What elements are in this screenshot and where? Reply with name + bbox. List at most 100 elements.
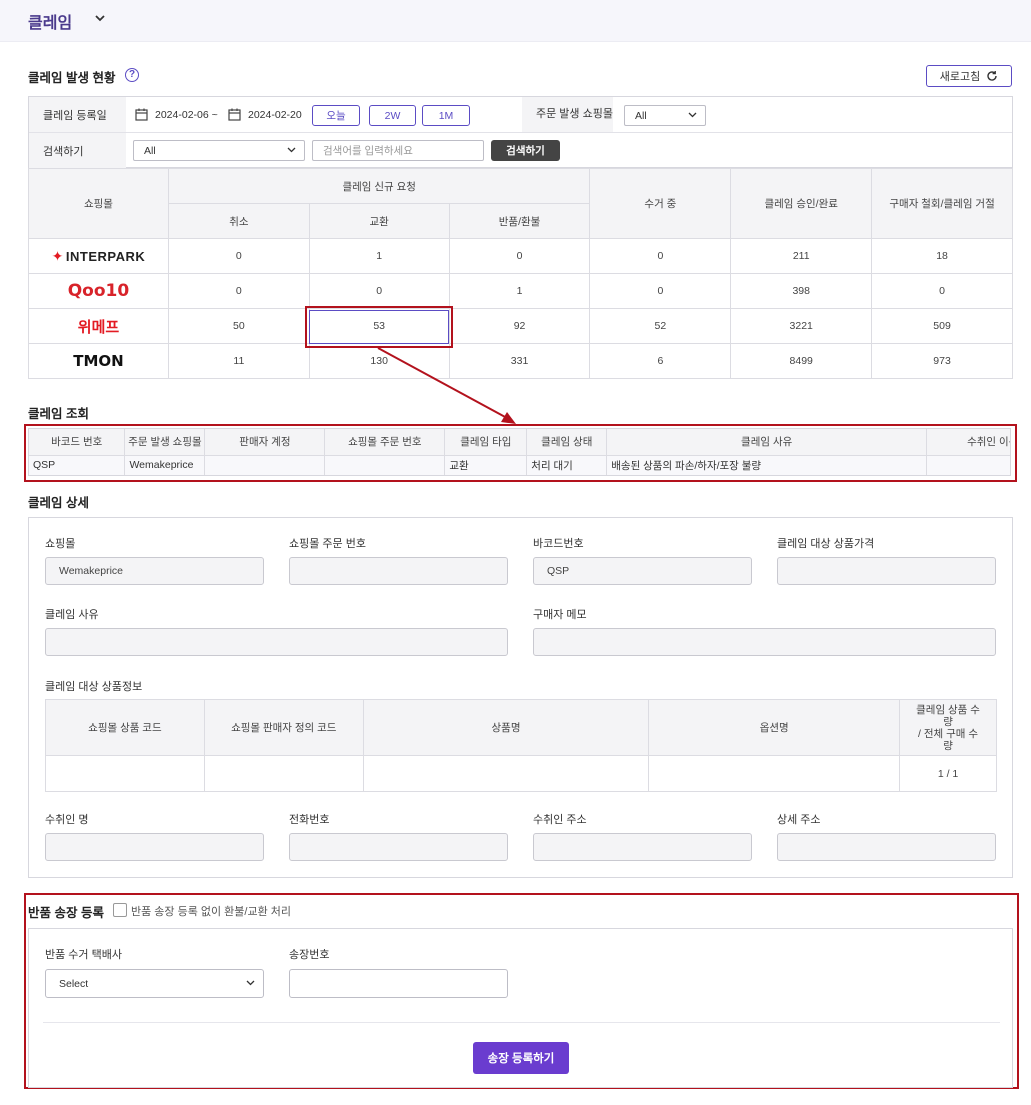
barcode-label: 바코드번호: [533, 538, 584, 550]
courier-select[interactable]: Select: [45, 969, 264, 998]
table-row: TMON 11 130 331 6 8499 973: [28, 343, 1013, 379]
claim-list-title: 클레임 조회: [28, 407, 89, 421]
today-button[interactable]: 오늘: [312, 105, 360, 126]
register-invoice-button[interactable]: 송장 등록하기: [473, 1042, 569, 1074]
cell-option-name: [648, 755, 901, 792]
col-cancel: 취소: [167, 203, 310, 239]
address-label: 수취인 주소: [533, 814, 587, 826]
cell-approved[interactable]: 8499: [730, 343, 873, 379]
cell-receiver-name: [926, 455, 1010, 475]
cell-collecting[interactable]: 52: [589, 308, 732, 344]
col-claim-qty: 클레임 상품 수 량 / 전체 구매 수 량: [899, 699, 997, 756]
cell-return[interactable]: 1: [448, 273, 591, 309]
mall-logo-wemakeprice: 위메프: [28, 308, 169, 344]
table-row[interactable]: QSP Wemakeprice 교환 처리 대기 배송된 상품의 파손/하자/포…: [29, 455, 1010, 475]
phone-field[interactable]: [289, 833, 508, 861]
col-seller-account: 판매자 계정: [204, 429, 326, 456]
mall-logo-interpark: ✦ INTERPARK: [28, 238, 169, 274]
courier-label: 반품 수거 택배사: [45, 949, 122, 961]
cell-approved[interactable]: 3221: [730, 308, 873, 344]
cell-rejected[interactable]: 18: [871, 238, 1013, 274]
reason-field[interactable]: [45, 628, 508, 656]
cell-cancel[interactable]: 50: [167, 308, 310, 344]
cell-collecting[interactable]: 0: [589, 238, 732, 274]
cell-approved[interactable]: 398: [730, 273, 873, 309]
phone-label: 전화번호: [289, 814, 330, 826]
memo-field[interactable]: [533, 628, 996, 656]
skip-invoice-label[interactable]: 반품 송장 등록 없이 환불/교환 처리: [131, 903, 291, 919]
cell-return[interactable]: 0: [448, 238, 591, 274]
two-week-button[interactable]: 2W: [369, 105, 416, 126]
barcode-field[interactable]: QSP: [533, 557, 752, 585]
mall-select[interactable]: All: [624, 105, 706, 126]
filter-panel: 클레임 등록일 2024-02-06 ~ 2024-02-20 오늘 2W 1M…: [28, 96, 1013, 168]
cell-claim-qty: 1 / 1: [899, 755, 997, 792]
cell-exchange[interactable]: 130: [308, 343, 450, 379]
return-shipping-panel: 반품 수거 택배사 Select 송장번호 송장 등록하기: [28, 928, 1013, 1088]
reason-label: 클레임 사유: [45, 609, 99, 621]
cell-product-name: [362, 755, 650, 792]
cell-rejected[interactable]: 973: [871, 343, 1013, 379]
chevron-down-icon: [688, 112, 697, 117]
col-claim-status: 클레임 상태: [526, 429, 608, 456]
cell-collecting[interactable]: 0: [589, 273, 732, 309]
cell-cancel[interactable]: 0: [167, 273, 310, 309]
col-order-mall: 주문 발생 쇼핑몰: [124, 429, 206, 456]
invoice-label: 송장번호: [289, 949, 330, 961]
chevron-down-icon[interactable]: [94, 11, 106, 25]
skip-invoice-checkbox[interactable]: [113, 903, 127, 917]
col-approved: 클레임 승인/완료: [730, 168, 873, 239]
product-info-label: 클레임 대상 상품정보: [45, 681, 143, 693]
refresh-icon: [987, 71, 997, 81]
address-field[interactable]: [533, 833, 752, 861]
filter-row-search: 검색하기 All 검색어를 입력하세요 검색하기: [29, 133, 1012, 168]
col-mall-order-no: 쇼핑몰 주문 번호: [324, 429, 446, 456]
claim-list-table-wrap[interactable]: 바코드 번호 주문 발생 쇼핑몰 판매자 계정 쇼핑몰 주문 번호 클레임 타입…: [28, 428, 1011, 476]
calendar-icon[interactable]: [135, 108, 148, 121]
cell-cancel[interactable]: 11: [167, 343, 310, 379]
search-type-select[interactable]: All: [133, 140, 305, 161]
receiver-field[interactable]: [45, 833, 264, 861]
calendar-icon[interactable]: [228, 108, 241, 121]
one-month-button[interactable]: 1M: [422, 105, 470, 126]
price-field[interactable]: [777, 557, 996, 585]
cell-collecting[interactable]: 6: [589, 343, 732, 379]
order-no-field[interactable]: [289, 557, 508, 585]
claim-list-table: 바코드 번호 주문 발생 쇼핑몰 판매자 계정 쇼핑몰 주문 번호 클레임 타입…: [29, 429, 1010, 475]
claim-stats-table: 쇼핑몰 클레임 신규 요청 수거 중 클레임 승인/완료 구매자 철회/클레임 …: [28, 168, 1013, 379]
status-section-title: 클레임 발생 현황: [28, 71, 116, 85]
col-claim-reason: 클레임 사유: [606, 429, 928, 456]
address-detail-field[interactable]: [777, 833, 996, 861]
cell-exchange[interactable]: 0: [308, 273, 450, 309]
cell-exchange[interactable]: 1: [308, 238, 450, 274]
invoice-input[interactable]: [289, 969, 508, 998]
cell-rejected[interactable]: 509: [871, 308, 1013, 344]
order-no-label: 쇼핑몰 주문 번호: [289, 538, 366, 550]
col-product-name: 상품명: [362, 699, 650, 756]
divider: [43, 1022, 1000, 1023]
col-option-name: 옵션명: [648, 699, 901, 756]
claim-detail-panel: 쇼핑몰 Wemakeprice 쇼핑몰 주문 번호 바코드번호 QSP 클레임 …: [28, 517, 1013, 878]
cell-order-mall: Wemakeprice: [124, 455, 206, 475]
cell-claim-reason: 배송된 상품의 파손/하자/포장 불량: [606, 455, 928, 475]
help-icon[interactable]: ?: [125, 68, 139, 82]
top-bar: 클레임: [0, 0, 1031, 42]
cell-claim-type: 교환: [444, 455, 528, 475]
date-to[interactable]: 2024-02-20: [248, 109, 302, 121]
cell-cancel[interactable]: 0: [167, 238, 310, 274]
refresh-button[interactable]: 새로고침: [926, 65, 1012, 87]
cell-return[interactable]: 92: [448, 308, 591, 344]
price-label: 클레임 대상 상품가격: [777, 538, 875, 550]
page-title: 클레임: [28, 15, 73, 32]
date-from[interactable]: 2024-02-06 ~: [155, 109, 218, 121]
mall-field[interactable]: Wemakeprice: [45, 557, 264, 585]
search-label: 검색하기: [29, 133, 126, 168]
cell-rejected[interactable]: 0: [871, 273, 1013, 309]
table-row: ✦ INTERPARK 0 1 0 0 211 18: [28, 238, 1013, 274]
search-button[interactable]: 검색하기: [491, 140, 560, 161]
cell-approved[interactable]: 211: [730, 238, 873, 274]
cell-return[interactable]: 331: [448, 343, 591, 379]
search-input[interactable]: 검색어를 입력하세요: [312, 140, 484, 161]
cell-barcode: QSP: [29, 455, 126, 475]
cell-mall-order-no: [324, 455, 446, 475]
